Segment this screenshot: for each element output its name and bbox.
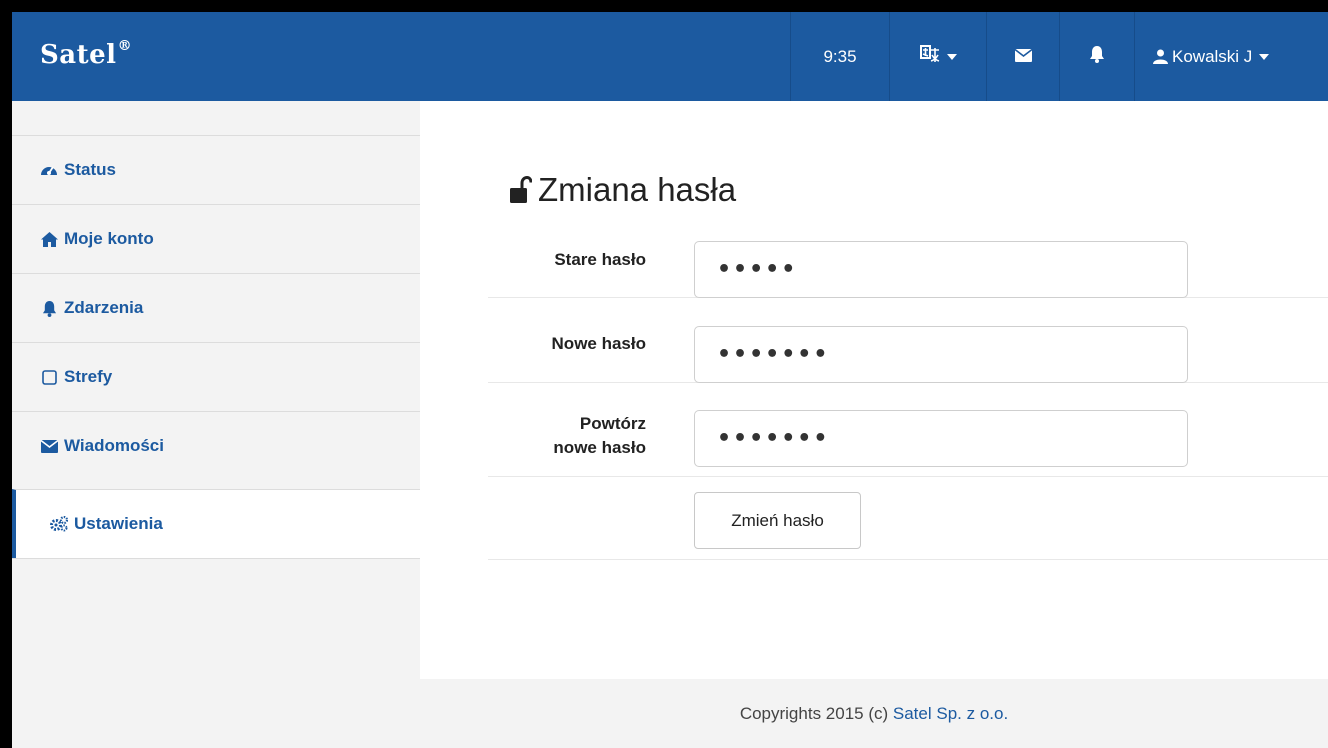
- bell-icon: [40, 299, 58, 317]
- sidebar-item-status[interactable]: Status: [12, 135, 420, 204]
- sidebar: Status Moje konto Zdarzenia Strefy Wiado…: [12, 101, 420, 748]
- sidebar-item-strefy[interactable]: Strefy: [12, 342, 420, 411]
- new-password-input[interactable]: •••••••: [694, 326, 1188, 383]
- old-password-label: Stare hasło: [554, 250, 646, 269]
- old-password-input[interactable]: •••••: [694, 241, 1188, 298]
- notifications-button[interactable]: [1059, 12, 1134, 101]
- bell-icon: [1089, 45, 1105, 68]
- square-icon: [40, 368, 58, 386]
- dashboard-icon: [40, 161, 58, 179]
- repeat-password-input[interactable]: •••••••: [694, 410, 1188, 467]
- form-row-repeat-password: Powtórz nowe hasło •••••••: [488, 410, 1328, 477]
- chevron-down-icon: [946, 53, 957, 60]
- sidebar-item-label: Zdarzenia: [64, 298, 144, 317]
- page-title: Zmiana hasła: [510, 171, 736, 209]
- clock-time: 9:35: [823, 46, 857, 66]
- repeat-password-label-line1: Powtórz: [579, 414, 646, 433]
- envelope-icon: [1014, 47, 1032, 67]
- divider: [12, 558, 420, 559]
- sidebar-item-label: Moje konto: [64, 229, 154, 248]
- page-title-text: Zmiana hasła: [538, 171, 737, 208]
- footer: Copyrights 2015 (c) Satel Sp. z o.o.: [420, 679, 1328, 748]
- sidebar-item-label: Strefy: [64, 367, 113, 386]
- clock: 9:35: [790, 12, 889, 101]
- sidebar-item-label: Status: [64, 160, 116, 179]
- main-content: Zmiana hasła Stare hasło ••••• Nowe hasł…: [420, 101, 1328, 679]
- form-row-new-password: Nowe hasło •••••••: [488, 326, 1328, 383]
- repeat-password-label: Powtórz nowe hasło: [488, 412, 646, 460]
- change-password-button[interactable]: Zmień hasło: [694, 492, 861, 549]
- sidebar-item-wiadomosci[interactable]: Wiadomości: [12, 411, 420, 480]
- form-row-old-password: Stare hasło •••••: [488, 241, 1328, 298]
- user-name: Kowalski J: [1172, 46, 1253, 66]
- logo[interactable]: Satel®: [40, 38, 133, 70]
- user-menu[interactable]: Kowalski J: [1134, 12, 1328, 101]
- home-icon: [40, 230, 58, 248]
- logo-text: Satel: [40, 40, 117, 70]
- language-dropdown[interactable]: [889, 12, 986, 101]
- sidebar-item-label: Wiadomości: [64, 436, 164, 455]
- gears-icon: [50, 515, 68, 533]
- sidebar-item-label: Ustawienia: [74, 514, 163, 533]
- footer-text: Copyrights 2015 (c): [739, 704, 893, 723]
- footer-company-link[interactable]: Satel Sp. z o.o.: [893, 704, 1008, 723]
- sidebar-item-moje-konto[interactable]: Moje konto: [12, 204, 420, 273]
- sidebar-item-zdarzenia[interactable]: Zdarzenia: [12, 273, 420, 342]
- logo-registered-mark: ®: [117, 38, 133, 54]
- messages-button[interactable]: [986, 12, 1059, 101]
- app-window: Satel® 9:35 Kowalski J Status Moje konto…: [12, 12, 1328, 748]
- new-password-label: Nowe hasło: [551, 334, 646, 353]
- divider: [488, 559, 1328, 560]
- envelope-icon: [40, 437, 58, 455]
- chevron-down-icon: [1259, 53, 1270, 60]
- unlock-icon: [510, 176, 532, 204]
- language-icon: [919, 44, 940, 69]
- sidebar-item-ustawienia[interactable]: Ustawienia: [12, 489, 420, 558]
- user-icon: [1153, 49, 1168, 64]
- repeat-password-label-line2: nowe hasło: [553, 438, 646, 457]
- top-navbar: Satel® 9:35 Kowalski J: [12, 12, 1328, 101]
